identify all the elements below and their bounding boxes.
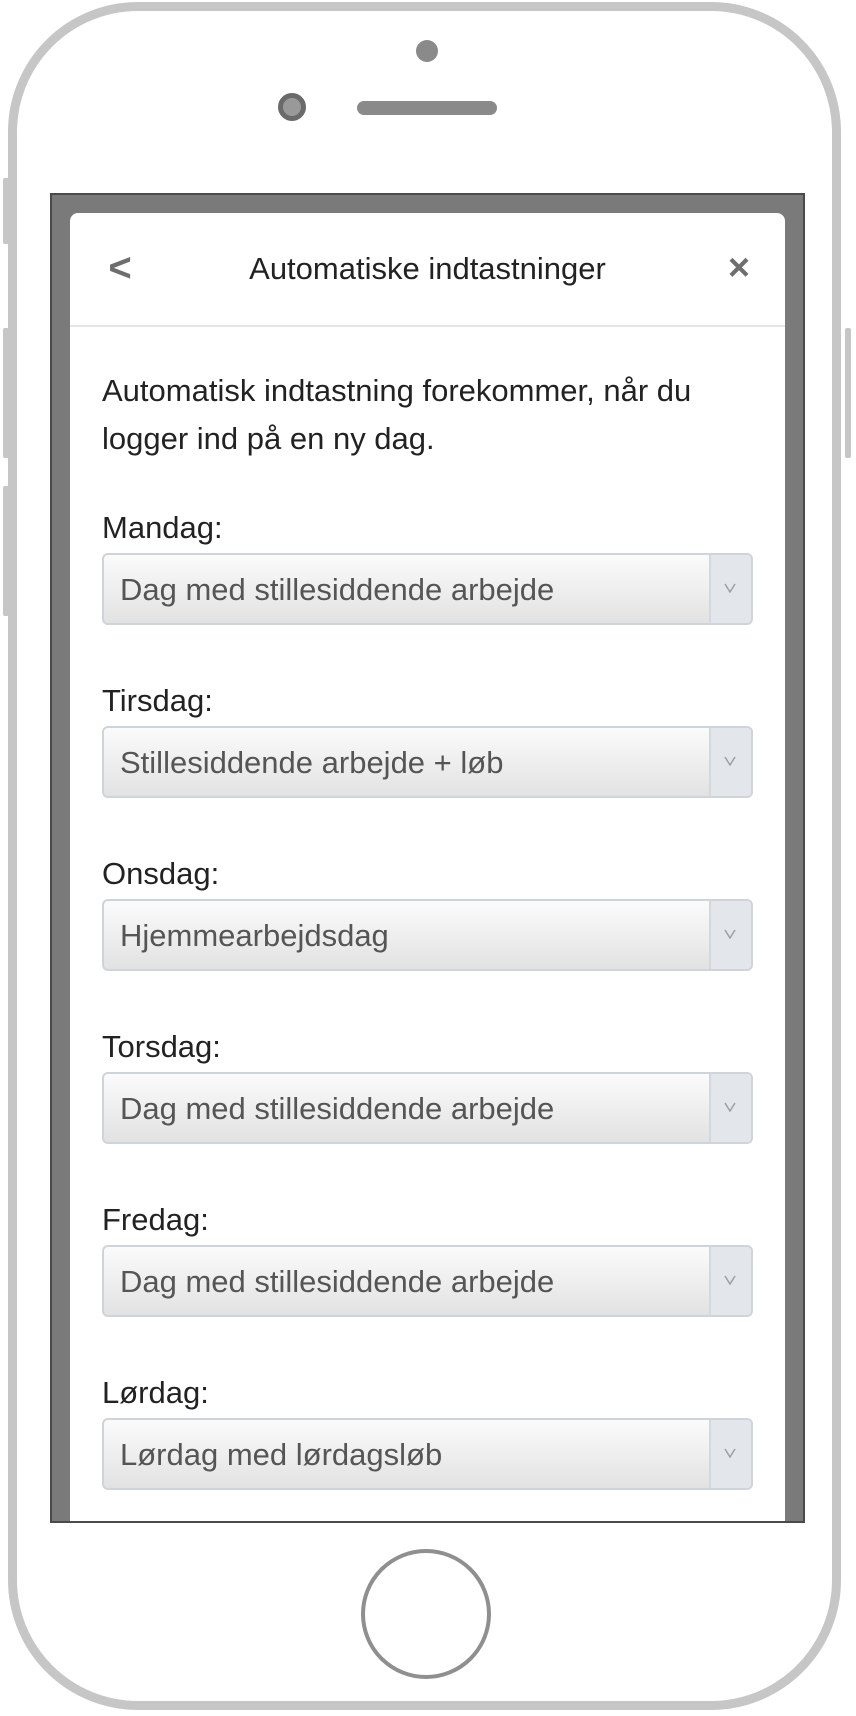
field-tuesday: Tirsdag: Stillesiddende arbejde + løb <box>102 682 753 798</box>
field-wednesday: Onsdag: Hjemmearbejdsdag <box>102 855 753 971</box>
monday-select[interactable]: Dag med stillesiddende arbejde <box>102 553 753 625</box>
auto-entries-modal: < Automatiske indtastninger × Automatisk… <box>70 213 785 1521</box>
chevron-down-icon <box>709 901 751 969</box>
chevron-down-icon <box>709 1247 751 1315</box>
wednesday-select[interactable]: Hjemmearbejdsdag <box>102 899 753 971</box>
field-label: Torsdag: <box>102 1029 221 1064</box>
chevron-down-icon <box>709 1420 751 1488</box>
front-camera <box>416 40 438 62</box>
thursday-select[interactable]: Dag med stillesiddende arbejde <box>102 1072 753 1144</box>
select-value: Dag med stillesiddende arbejde <box>120 1264 555 1299</box>
volume-up-button <box>3 328 9 458</box>
mute-switch <box>3 178 9 244</box>
field-saturday: Lørdag: Lørdag med lørdagsløb <box>102 1374 753 1490</box>
select-value: Dag med stillesiddende arbejde <box>120 1091 555 1126</box>
chevron-down-icon <box>709 1074 751 1142</box>
field-friday: Fredag: Dag med stillesiddende arbejde <box>102 1201 753 1317</box>
field-label: Mandag: <box>102 510 223 545</box>
volume-down-button <box>3 486 9 616</box>
field-thursday: Torsdag: Dag med stillesiddende arbejde <box>102 1028 753 1144</box>
tuesday-select[interactable]: Stillesiddende arbejde + løb <box>102 726 753 798</box>
field-label: Onsdag: <box>102 856 220 891</box>
field-monday: Mandag: Dag med stillesiddende arbejde <box>102 509 753 625</box>
select-value: Lørdag med lørdagsløb <box>120 1437 443 1472</box>
select-value: Stillesiddende arbejde + løb <box>120 745 504 780</box>
back-button[interactable]: < <box>100 243 140 293</box>
intro-text: Automatisk indtastning forekommer, når d… <box>102 373 692 456</box>
saturday-select[interactable]: Lørdag med lørdagsløb <box>102 1418 753 1490</box>
friday-select[interactable]: Dag med stillesiddende arbejde <box>102 1245 753 1317</box>
field-label: Fredag: <box>102 1202 209 1237</box>
field-label: Tirsdag: <box>102 683 213 718</box>
field-label: Lørdag: <box>102 1375 209 1410</box>
chevron-down-icon <box>709 555 751 623</box>
select-value: Hjemmearbejdsdag <box>120 918 389 953</box>
page-title: Automatiske indtastninger <box>249 251 606 286</box>
power-button <box>845 328 851 458</box>
close-button[interactable]: × <box>719 243 759 293</box>
earpiece-speaker <box>357 101 497 115</box>
home-button[interactable] <box>361 1549 491 1679</box>
modal-header: < Automatiske indtastninger × <box>70 213 785 327</box>
proximity-sensor <box>278 93 306 121</box>
chevron-down-icon <box>709 728 751 796</box>
screen: < Automatiske indtastninger × Automatisk… <box>50 193 805 1523</box>
modal-body: Automatisk indtastning forekommer, når d… <box>70 327 785 1490</box>
select-value: Dag med stillesiddende arbejde <box>120 572 555 607</box>
